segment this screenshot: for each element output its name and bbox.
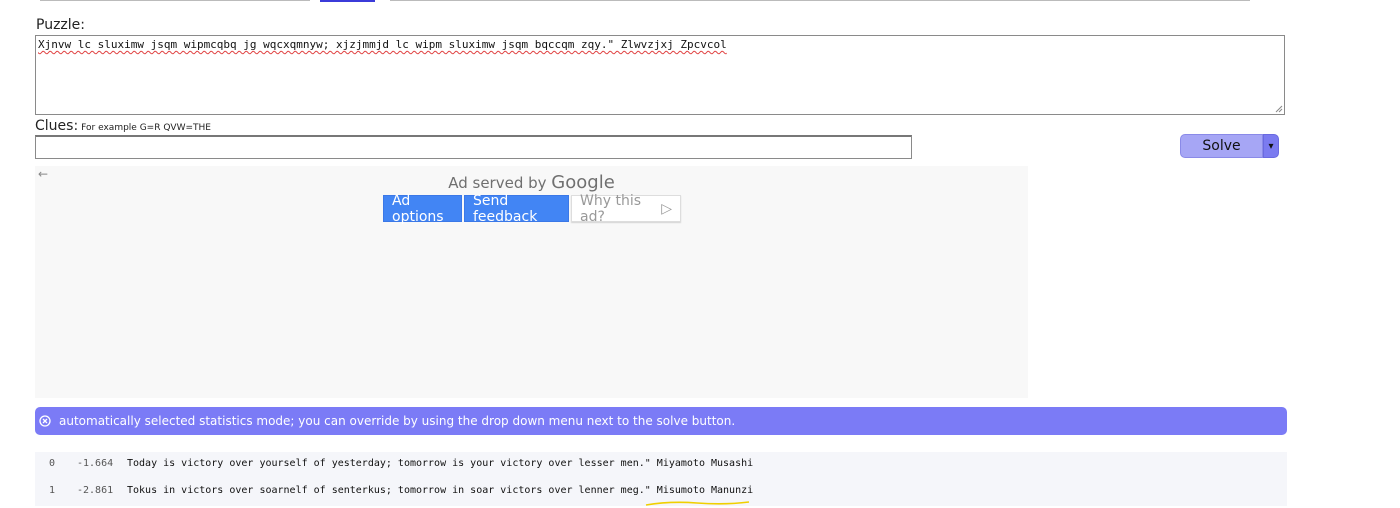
why-this-ad-label: Why this ad? xyxy=(580,192,641,225)
chevron-down-icon: ▾ xyxy=(1268,140,1274,152)
solve-button-group: Solve ▾ xyxy=(1180,134,1279,158)
puzzle-text: Xjnvw lc sluximw jsqm wipmcqbq jg wqcxqm… xyxy=(38,38,727,51)
info-message: automatically selected statistics mode; … xyxy=(59,414,736,428)
why-this-ad-button[interactable]: Why this ad? ▷ xyxy=(571,192,681,225)
info-alert: automatically selected statistics mode; … xyxy=(35,407,1287,435)
send-feedback-button[interactable]: Send feedback xyxy=(464,193,569,225)
clues-input[interactable] xyxy=(35,135,912,159)
top-link-fragment[interactable] xyxy=(320,0,375,2)
result-row[interactable]: 1 -2.861 Tokus in victors over soarnelf … xyxy=(35,481,1287,499)
result-index: 0 xyxy=(49,458,56,469)
play-triangle-icon: ▷ xyxy=(661,200,672,217)
ad-served-by-text: Ad served by xyxy=(448,174,547,192)
ad-button-row: Ad options Send feedback Why this ad? ▷ xyxy=(383,192,681,225)
result-score: -2.861 xyxy=(77,485,114,496)
result-row[interactable]: 0 -1.664 Today is victory over yourself … xyxy=(35,454,1287,472)
resize-grip-icon[interactable] xyxy=(1275,105,1283,113)
results-list: 0 -1.664 Today is victory over yourself … xyxy=(35,452,1287,506)
result-score: -1.664 xyxy=(77,458,114,469)
close-circle-icon[interactable] xyxy=(39,415,51,427)
result-text: Tokus in victors over soarnelf of senter… xyxy=(127,485,754,496)
clues-hint: For example G=R QVW=THE xyxy=(81,123,211,133)
top-content-edge xyxy=(0,0,1400,3)
clues-label-row: Clues: For example G=R QVW=THE xyxy=(35,118,211,134)
result-text: Today is victory over yourself of yester… xyxy=(127,458,754,469)
yellow-annotation-underline xyxy=(645,501,750,506)
result-index: 1 xyxy=(49,485,56,496)
ad-served-by: Ad served by Google xyxy=(35,172,1028,193)
solve-mode-dropdown[interactable]: ▾ xyxy=(1263,134,1279,158)
google-logo: Google xyxy=(551,172,615,193)
solve-button[interactable]: Solve xyxy=(1180,134,1263,158)
clues-label: Clues: xyxy=(35,118,79,134)
puzzle-textarea[interactable]: Xjnvw lc sluximw jsqm wipmcqbq jg wqcxqm… xyxy=(35,35,1285,115)
ad-options-button[interactable]: Ad options xyxy=(383,193,462,225)
puzzle-label: Puzzle: xyxy=(36,17,85,33)
ad-container: ← Ad served by Google Ad options Send fe… xyxy=(35,166,1028,398)
